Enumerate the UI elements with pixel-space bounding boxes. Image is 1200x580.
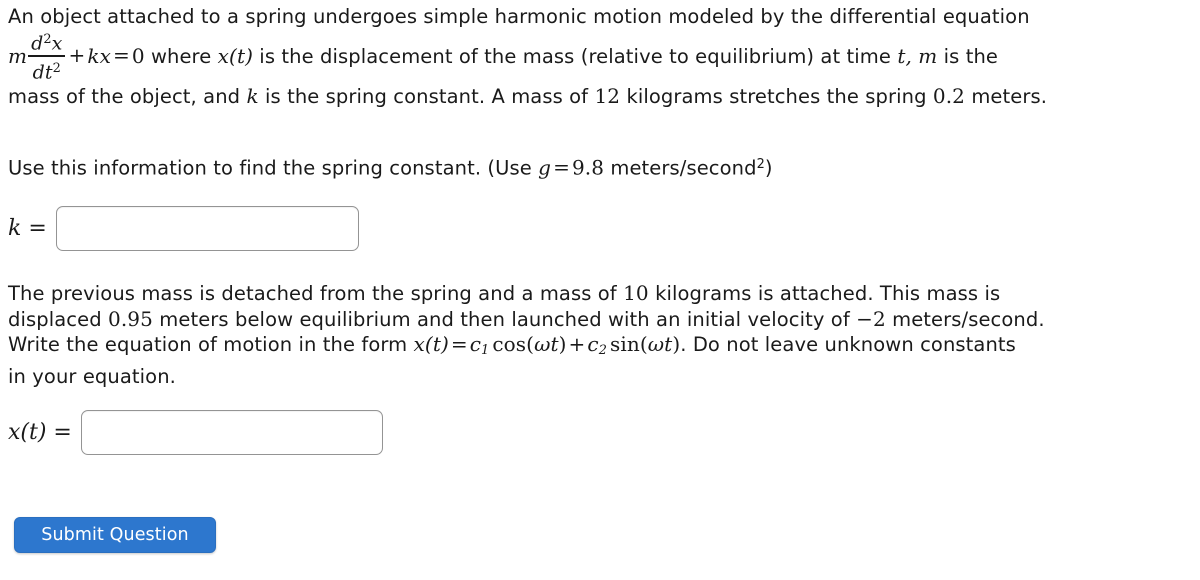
- math-zero: 0: [131, 43, 145, 68]
- spring-constant-answer-row: k =: [8, 206, 359, 251]
- math-mass-symbol-2: m: [918, 43, 938, 68]
- part-two-text-3b: . Do not leave unknown constants: [680, 333, 1016, 356]
- equation-of-motion-label: x(t) =: [8, 420, 72, 445]
- part-two-text-4: in your equation.: [8, 364, 176, 388]
- part-two-line-4: in your equation.: [8, 364, 1098, 390]
- form-plus-sign: +: [568, 332, 586, 356]
- fraction-numerator: d2x: [28, 29, 65, 55]
- intro-text-2b: is the displacement of the mass (relativ…: [259, 44, 891, 68]
- math-gravity-symbol: g: [538, 155, 552, 180]
- math-time-symbol: t,: [897, 43, 912, 68]
- intro-text-2a: where: [150, 44, 212, 68]
- intro-text-3d: meters.: [971, 85, 1048, 109]
- math-cos-open-paren: (: [526, 332, 535, 356]
- gravity-units-exponent: 2: [756, 157, 765, 172]
- math-sin-operator: sin: [610, 332, 640, 356]
- part-two-line-3-equation: Write the equation of motion in the form…: [8, 332, 1098, 364]
- intro-line-3: mass of the object, and k is the spring …: [8, 84, 1088, 110]
- math-kx-term: kx: [87, 43, 111, 68]
- math-sin-open-paren: (: [639, 332, 648, 356]
- problem-statement-intro: An object attached to a spring undergoes…: [8, 4, 1088, 110]
- equation-of-motion-answer-row: x(t) =: [8, 410, 383, 455]
- displacement-value: 0.95: [108, 306, 153, 331]
- fraction-bar: [28, 55, 66, 57]
- question-page: An object attached to a spring undergoes…: [0, 0, 1200, 580]
- mass-value-first: 12: [594, 84, 621, 109]
- part-two-text-2c: meters/second.: [892, 307, 1045, 331]
- math-cos-close-paren: ): [558, 332, 567, 356]
- spring-constant-variable: k: [8, 216, 22, 241]
- spring-constant-equals: =: [28, 216, 47, 241]
- math-c1-symbol: c: [469, 332, 482, 356]
- math-omega-symbol-2: ω: [647, 332, 665, 356]
- part-two-text-2b: meters below equilibrium and then launch…: [159, 307, 850, 331]
- part-two-line-2: displaced 0.95 meters below equilibrium …: [8, 307, 1098, 333]
- equation-of-motion-equals: =: [53, 420, 72, 445]
- gravity-instruction: Use this information to find the spring …: [8, 152, 1108, 181]
- math-mass-symbol: m: [8, 43, 28, 68]
- equation-of-motion-variable: x(t): [8, 420, 47, 445]
- math-x-of-t-form: x(t): [413, 332, 449, 356]
- numerator-exponent: 2: [43, 31, 52, 47]
- fraction-denominator: dt2: [28, 58, 65, 84]
- gravity-close-paren: ): [764, 156, 773, 180]
- stretch-distance-value: 0.2: [932, 84, 965, 109]
- part-two-text-1a: The previous mass is detached from the s…: [8, 282, 617, 305]
- numerator-x: x: [51, 32, 63, 55]
- derivative-fraction: d2x dt2: [28, 29, 66, 84]
- math-x-of-t: x(t): [217, 43, 253, 68]
- part-two-line-1: The previous mass is detached from the s…: [8, 281, 1098, 307]
- denominator-dt: dt: [32, 61, 53, 84]
- mass-value-second: 10: [623, 281, 649, 305]
- equation-of-motion-input[interactable]: [80, 410, 383, 455]
- math-spring-constant-symbol: k: [246, 84, 259, 109]
- gravity-value: 9.8: [571, 155, 605, 180]
- intro-text-3c: kilograms stretches the spring: [626, 85, 927, 109]
- math-omega-symbol-1: ω: [534, 332, 551, 356]
- intro-text-3b: is the spring constant. A mass of: [265, 85, 589, 109]
- gravity-equals-sign: =: [553, 155, 570, 180]
- part-two-text-1b: kilograms is attached. This mass is: [655, 282, 1001, 305]
- initial-velocity-value: −2: [856, 306, 886, 331]
- intro-line-1: An object attached to a spring undergoes…: [8, 4, 1088, 30]
- spring-constant-label: k =: [8, 216, 47, 241]
- math-t-symbol-1: t: [550, 332, 559, 356]
- part-two-text-3a: Write the equation of motion in the form: [8, 333, 408, 356]
- spring-constant-input[interactable]: [55, 206, 359, 251]
- submit-question-button[interactable]: Submit Question: [14, 517, 216, 553]
- intro-text-1: An object attached to a spring undergoes…: [8, 5, 1030, 28]
- intro-line-2-equation: m d2x dt2 + kx = 0 where x(t) is the displacem…: [8, 30, 1088, 85]
- gravity-units: meters/second: [610, 156, 757, 180]
- part-two-text-2a: displaced: [8, 307, 102, 331]
- form-equals-sign: =: [450, 332, 468, 356]
- math-c2-symbol: c: [587, 332, 599, 356]
- math-plus-sign: +: [68, 43, 86, 68]
- intro-text-2c: is the: [943, 44, 999, 68]
- math-cos-operator: cos: [492, 332, 527, 356]
- denominator-exponent: 2: [52, 60, 61, 76]
- problem-statement-part-two: The previous mass is detached from the s…: [8, 281, 1098, 389]
- gravity-text-a: Use this information to find the spring …: [8, 156, 532, 180]
- math-equals-sign: =: [112, 43, 130, 68]
- intro-text-3a: mass of the object, and: [8, 85, 241, 109]
- numerator-d: d: [31, 32, 44, 55]
- math-c2-subscript: 2: [598, 343, 607, 359]
